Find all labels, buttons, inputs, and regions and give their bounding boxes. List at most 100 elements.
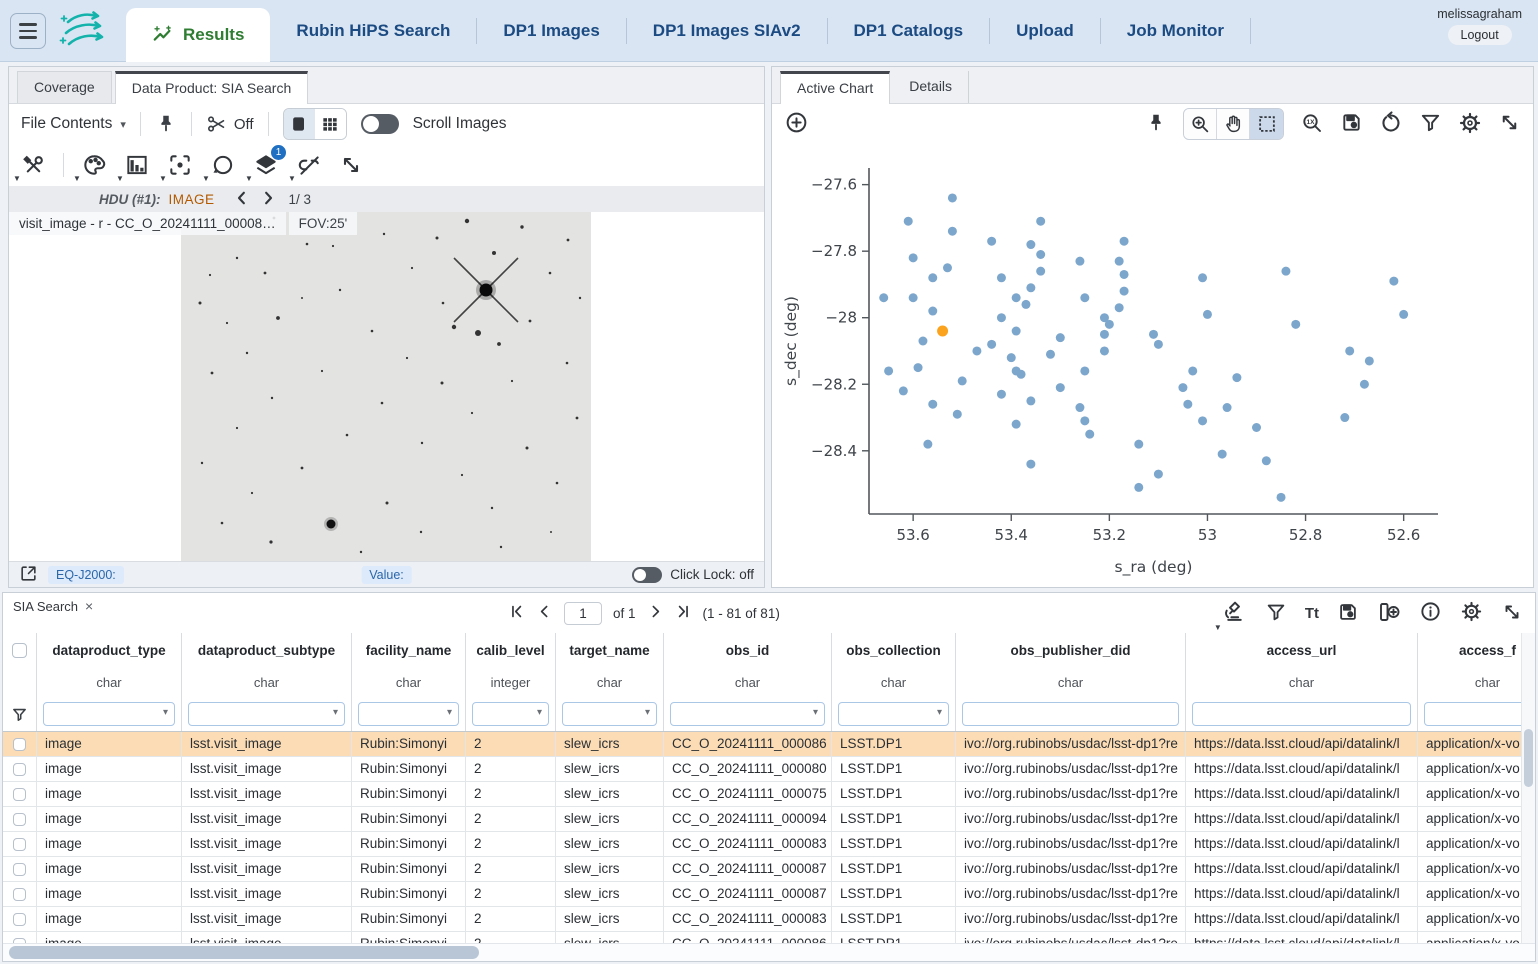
data-point[interactable] (1021, 300, 1030, 309)
data-point[interactable] (997, 273, 1006, 282)
cell-facility-name[interactable]: Rubin:Simonyi (352, 807, 466, 831)
data-point[interactable] (1046, 350, 1055, 359)
cell-obs-publisher-did[interactable]: ivo://org.rubinobs/usdac/lsst-dp1?re (956, 882, 1186, 906)
cell-access-f[interactable]: application/x-vo (1418, 857, 1521, 881)
column-header-target-name[interactable]: target_namechar▾ (556, 633, 664, 731)
filter-chart-button[interactable] (1419, 111, 1442, 137)
data-point[interactable] (943, 263, 952, 272)
column-header-obs-publisher-did[interactable]: obs_publisher_didchar (956, 633, 1186, 731)
cell-obs-collection[interactable]: LSST.DP1 (832, 932, 956, 943)
table-settings-button[interactable] (1460, 600, 1483, 626)
column-filter-select[interactable]: ▾ (43, 702, 175, 726)
cell-facility-name[interactable]: Rubin:Simonyi (352, 907, 466, 931)
table-info-button[interactable] (1419, 600, 1442, 626)
data-point[interactable] (997, 313, 1006, 322)
cell-facility-name[interactable]: Rubin:Simonyi (352, 782, 466, 806)
column-filter-select[interactable]: ▾ (472, 702, 549, 726)
data-point[interactable] (1134, 483, 1143, 492)
cell-target-name[interactable]: slew_icrs (556, 882, 664, 906)
cell-dataproduct-type[interactable]: image (37, 932, 182, 943)
logout-button[interactable]: Logout (1448, 25, 1512, 45)
grid-view-button[interactable] (315, 109, 346, 139)
restore-chart-button[interactable] (1379, 111, 1403, 138)
data-point[interactable] (1012, 420, 1021, 429)
data-point[interactable] (1188, 366, 1197, 375)
inspect-row-button[interactable]: ▼ (1222, 599, 1247, 627)
column-filter-select[interactable]: ▾ (562, 702, 657, 726)
hdu-next-button[interactable] (259, 189, 277, 210)
tab-details[interactable]: Details (893, 71, 969, 103)
cell-obs-id[interactable]: CC_O_20241111_000075 (664, 782, 832, 806)
data-point[interactable] (928, 400, 937, 409)
hdu-prev-button[interactable] (233, 189, 251, 210)
data-point[interactable] (923, 440, 932, 449)
column-name[interactable]: access_f (1418, 633, 1521, 667)
data-point[interactable] (1399, 310, 1408, 319)
filter-table-button[interactable] (1265, 601, 1287, 626)
cell-calib-level[interactable]: 2 (466, 807, 556, 831)
page-number-input[interactable] (564, 602, 602, 625)
cell-access-url[interactable]: https://data.lsst.cloud/api/datalink/l (1186, 807, 1418, 831)
table-row[interactable]: imagelsst.visit_imageRubin:Simonyi2slew_… (3, 782, 1521, 807)
column-name[interactable]: target_name (556, 633, 663, 667)
add-column-button[interactable] (1377, 600, 1401, 627)
nav-tab-rubin-hips-search[interactable]: Rubin HiPS Search (270, 0, 476, 62)
cell-access-url[interactable]: https://data.lsst.cloud/api/datalink/l (1186, 782, 1418, 806)
column-header-facility-name[interactable]: facility_namechar▾ (352, 633, 466, 731)
data-point[interactable] (1178, 383, 1187, 392)
table-row[interactable]: imagelsst.visit_imageRubin:Simonyi2slew_… (3, 757, 1521, 782)
row-checkbox[interactable] (13, 738, 26, 751)
cell-target-name[interactable]: slew_icrs (556, 832, 664, 856)
scrollbar-thumb[interactable] (1524, 729, 1533, 787)
data-point[interactable] (958, 376, 967, 385)
data-point[interactable] (928, 307, 937, 316)
cell-target-name[interactable]: slew_icrs (556, 932, 664, 943)
row-checkbox[interactable] (13, 763, 26, 776)
cell-facility-name[interactable]: Rubin:Simonyi (352, 882, 466, 906)
cell-obs-id[interactable]: CC_O_20241111_000086 (664, 932, 832, 943)
cell-target-name[interactable]: slew_icrs (556, 807, 664, 831)
data-point[interactable] (1389, 277, 1398, 286)
cell-obs-publisher-did[interactable]: ivo://org.rubinobs/usdac/lsst-dp1?re (956, 757, 1186, 781)
data-point[interactable] (997, 390, 1006, 399)
row-checkbox[interactable] (13, 863, 26, 876)
zoom-original-button[interactable]: 1X (1300, 111, 1324, 138)
nav-tab-dp1-images-siav2[interactable]: DP1 Images SIAv2 (627, 0, 827, 62)
cell-obs-publisher-did[interactable]: ivo://org.rubinobs/usdac/lsst-dp1?re (956, 932, 1186, 943)
data-point[interactable] (1017, 370, 1026, 379)
table-row[interactable]: imagelsst.visit_imageRubin:Simonyi2slew_… (3, 932, 1521, 943)
column-filter-input[interactable] (962, 702, 1179, 726)
cell-obs-id[interactable]: CC_O_20241111_000086 (664, 732, 832, 756)
data-point[interactable] (948, 227, 957, 236)
highlighted-data-point[interactable] (937, 326, 948, 337)
data-point[interactable] (1026, 396, 1035, 405)
cell-facility-name[interactable]: Rubin:Simonyi (352, 732, 466, 756)
column-header-dataproduct-type[interactable]: dataproduct_typechar▾ (37, 633, 182, 731)
data-point[interactable] (1252, 423, 1261, 432)
cell-obs-publisher-did[interactable]: ivo://org.rubinobs/usdac/lsst-dp1?re (956, 907, 1186, 931)
data-point[interactable] (1012, 293, 1021, 302)
cell-obs-id[interactable]: CC_O_20241111_000080 (664, 757, 832, 781)
select-mode-button[interactable] (1250, 109, 1283, 139)
cell-obs-id[interactable]: CC_O_20241111_000083 (664, 832, 832, 856)
data-point[interactable] (1340, 413, 1349, 422)
data-point[interactable] (1198, 416, 1207, 425)
cell-access-url[interactable]: https://data.lsst.cloud/api/datalink/l (1186, 932, 1418, 943)
data-point[interactable] (1036, 250, 1045, 259)
text-view-button[interactable]: Tt (1305, 605, 1319, 622)
cell-obs-id[interactable]: CC_O_20241111_000087 (664, 857, 832, 881)
row-checkbox[interactable] (13, 913, 26, 926)
cell-obs-collection[interactable]: LSST.DP1 (832, 832, 956, 856)
nav-tab-upload[interactable]: Upload (990, 0, 1100, 62)
data-point[interactable] (1036, 217, 1045, 226)
data-point[interactable] (1075, 403, 1084, 412)
select-all-checkbox[interactable] (12, 643, 27, 658)
column-filter-select[interactable]: ▾ (838, 702, 949, 726)
rotate-button[interactable]: ▼ (210, 152, 236, 178)
crop-tool-button[interactable]: Off (206, 113, 254, 135)
table-row[interactable]: imagelsst.visit_imageRubin:Simonyi2slew_… (3, 807, 1521, 832)
last-page-button[interactable] (675, 603, 692, 623)
cell-obs-id[interactable]: CC_O_20241111_000094 (664, 807, 832, 831)
data-point[interactable] (1232, 373, 1241, 382)
data-point[interactable] (1345, 346, 1354, 355)
